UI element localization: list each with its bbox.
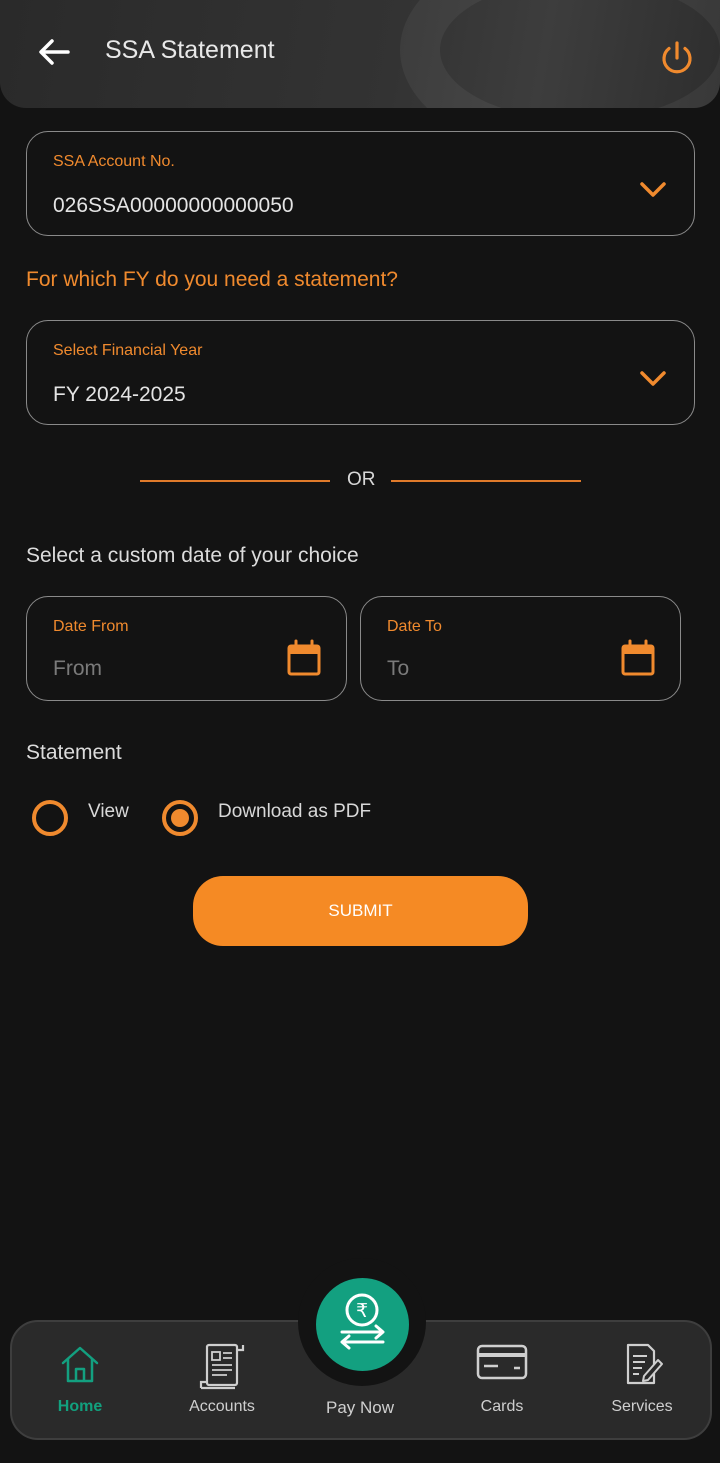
calendar-icon[interactable] <box>286 639 322 677</box>
date-to-placeholder: To <box>387 657 410 680</box>
arrow-left-icon[interactable] <box>36 34 72 70</box>
fy-question: For which FY do you need a statement? <box>26 268 398 291</box>
accounts-icon <box>199 1343 245 1390</box>
nav-accounts[interactable]: Accounts <box>172 1322 272 1442</box>
card-icon <box>476 1344 528 1380</box>
date-to-field[interactable]: Date To To <box>360 596 681 701</box>
nav-cards[interactable]: Cards <box>452 1322 552 1442</box>
divider-left <box>140 480 330 482</box>
date-from-label: Date From <box>53 618 129 635</box>
financial-year-select[interactable]: Select Financial Year FY 2024-2025 <box>26 320 695 425</box>
pay-now-button[interactable]: ₹ <box>316 1278 409 1371</box>
custom-date-heading: Select a custom date of your choice <box>26 544 359 567</box>
home-icon <box>61 1346 99 1383</box>
date-from-field[interactable]: Date From From <box>26 596 347 701</box>
nav-home-label: Home <box>57 1398 103 1415</box>
app-header: SSA Statement <box>0 0 720 108</box>
power-icon[interactable] <box>658 39 696 77</box>
nav-services[interactable]: Services <box>592 1322 692 1442</box>
account-label: SSA Account No. <box>53 153 175 170</box>
nav-cards-label: Cards <box>480 1398 524 1415</box>
submit-button[interactable]: SUBMIT <box>193 876 528 946</box>
chevron-down-icon <box>640 182 666 197</box>
nav-home[interactable]: Home <box>32 1322 128 1442</box>
page-title: SSA Statement <box>105 36 275 64</box>
nav-pay-now-label[interactable]: Pay Now <box>300 1398 420 1418</box>
or-separator: OR <box>347 469 376 490</box>
view-radio-label[interactable]: View <box>88 801 129 823</box>
nav-services-label: Services <box>611 1398 673 1415</box>
view-radio[interactable] <box>32 800 68 836</box>
calendar-icon[interactable] <box>620 639 656 677</box>
rupee-transfer-icon: ₹ <box>340 1293 385 1350</box>
date-to-label: Date To <box>387 618 442 635</box>
download-pdf-radio-label[interactable]: Download as PDF <box>218 801 371 823</box>
financial-year-value: FY 2024-2025 <box>53 383 186 406</box>
financial-year-label: Select Financial Year <box>53 342 203 359</box>
services-icon <box>626 1343 663 1385</box>
statement-heading: Statement <box>26 741 122 764</box>
divider-right <box>391 480 581 482</box>
download-pdf-radio[interactable] <box>162 800 198 836</box>
account-select[interactable]: SSA Account No. 026SSA00000000000050 <box>26 131 695 236</box>
chevron-down-icon <box>640 371 666 386</box>
svg-text:₹: ₹ <box>356 1300 368 1322</box>
account-value: 026SSA00000000000050 <box>53 194 294 217</box>
nav-accounts-label: Accounts <box>189 1398 255 1415</box>
date-from-placeholder: From <box>53 657 102 680</box>
